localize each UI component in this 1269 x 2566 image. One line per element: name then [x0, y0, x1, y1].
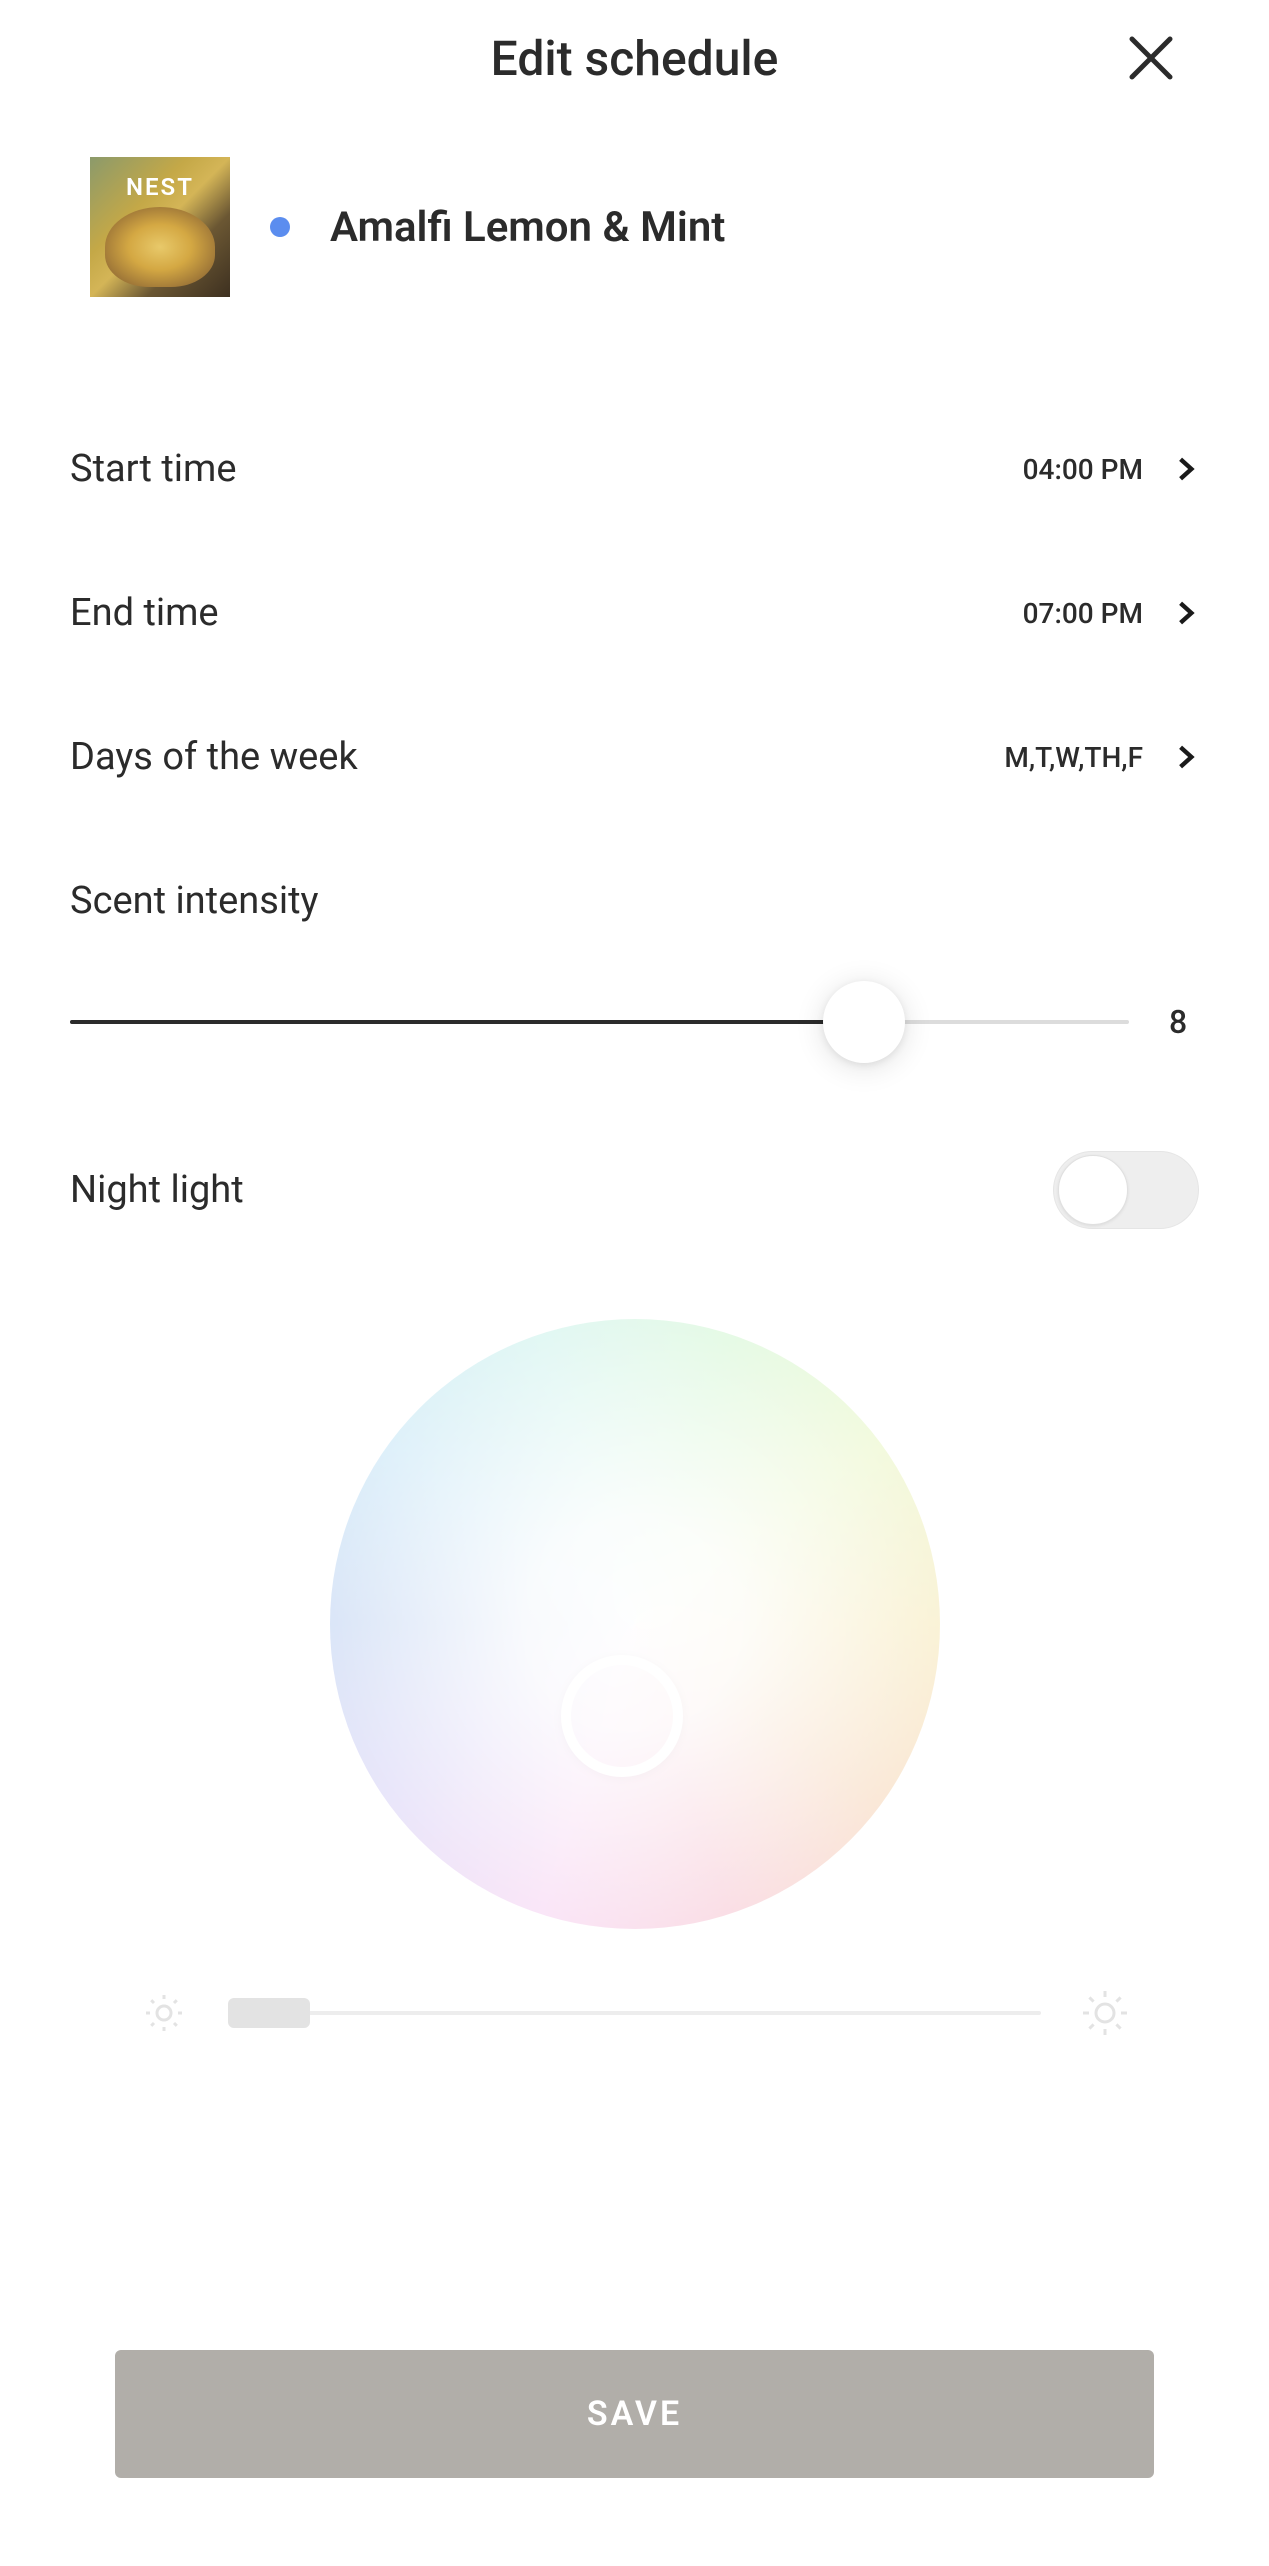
- chevron-right-icon: [1173, 456, 1199, 482]
- color-wheel[interactable]: [330, 1319, 940, 1929]
- product-name: Amalfi Lemon & Mint: [330, 203, 725, 252]
- color-wheel-wrap: [70, 1289, 1199, 1969]
- toggle-thumb: [1058, 1155, 1128, 1225]
- days-row[interactable]: Days of the week M,T,W,TH,F: [0, 685, 1269, 829]
- color-selector-handle[interactable]: [561, 1655, 683, 1777]
- close-icon: [1126, 33, 1176, 83]
- night-light-toggle[interactable]: [1053, 1151, 1199, 1229]
- end-time-value-wrap: 07:00 PM: [1023, 597, 1199, 630]
- end-time-row[interactable]: End time 07:00 PM: [0, 541, 1269, 685]
- start-time-row[interactable]: Start time 04:00 PM: [0, 397, 1269, 541]
- brightness-low-icon: [140, 1989, 188, 2037]
- product-image: [90, 157, 230, 297]
- intensity-slider-row: 8: [70, 1003, 1199, 1041]
- start-time-label: Start time: [70, 447, 236, 491]
- chevron-right-icon: [1173, 600, 1199, 626]
- brightness-high-icon: [1081, 1989, 1129, 2037]
- start-time-value: 04:00 PM: [1023, 453, 1143, 486]
- header: Edit schedule: [0, 0, 1269, 137]
- night-light-row: Night light: [70, 1151, 1199, 1229]
- intensity-slider-thumb[interactable]: [823, 981, 905, 1063]
- intensity-label: Scent intensity: [70, 879, 1199, 923]
- product-header: Amalfi Lemon & Mint: [0, 137, 1269, 317]
- days-label: Days of the week: [70, 735, 358, 779]
- night-light-section: Night light: [0, 1071, 1269, 2127]
- save-button[interactable]: SAVE: [115, 2350, 1154, 2478]
- brightness-slider[interactable]: [228, 2011, 1041, 2015]
- intensity-section: Scent intensity 8: [0, 829, 1269, 1071]
- status-indicator: [270, 217, 290, 237]
- end-time-label: End time: [70, 591, 219, 635]
- days-value: M,T,W,TH,F: [1004, 741, 1143, 774]
- days-value-wrap: M,T,W,TH,F: [1004, 741, 1199, 774]
- chevron-right-icon: [1173, 744, 1199, 770]
- brightness-row: [70, 1969, 1199, 2077]
- end-time-value: 07:00 PM: [1023, 597, 1143, 630]
- intensity-slider-fill: [70, 1020, 864, 1024]
- intensity-slider[interactable]: [70, 1020, 1129, 1024]
- start-time-value-wrap: 04:00 PM: [1023, 453, 1199, 486]
- night-light-label: Night light: [70, 1168, 244, 1212]
- intensity-value: 8: [1169, 1003, 1199, 1041]
- page-title: Edit schedule: [491, 30, 779, 87]
- brightness-slider-thumb[interactable]: [228, 1998, 310, 2028]
- close-button[interactable]: [1123, 30, 1179, 86]
